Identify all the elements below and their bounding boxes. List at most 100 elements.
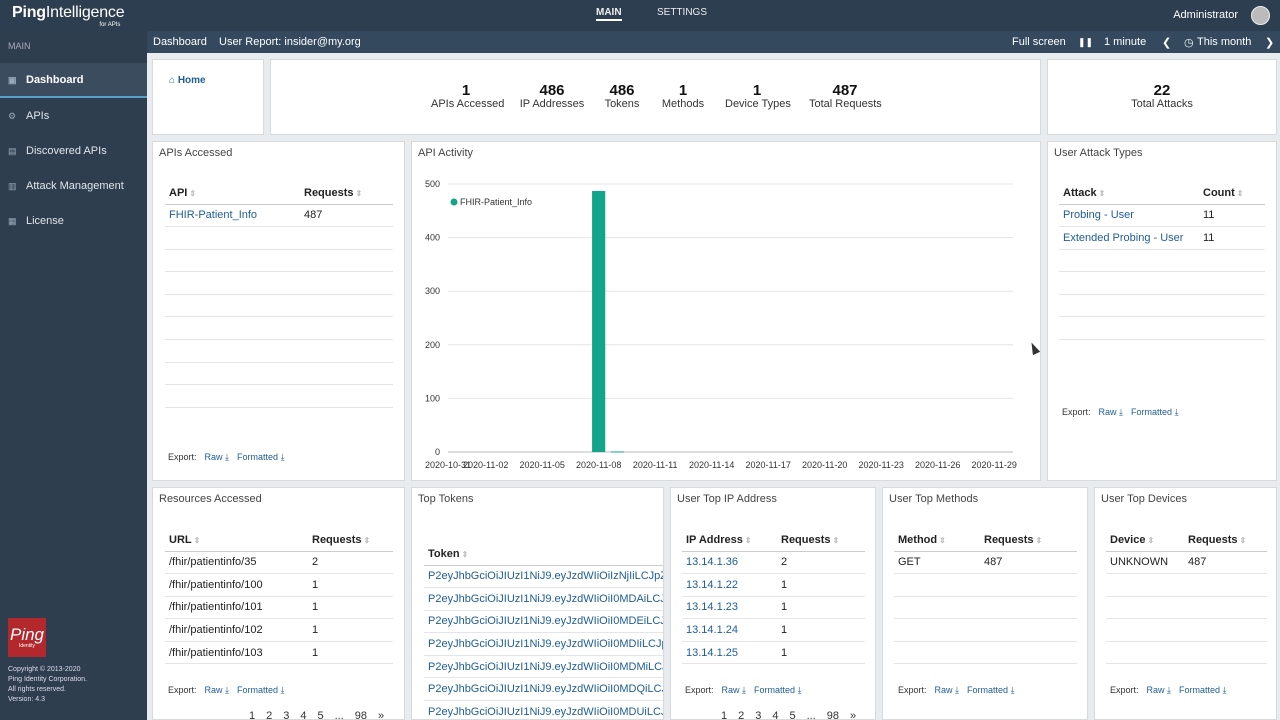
resources-table: URL ⇕ Requests ⇕ /fhir/patientinfo/35 2 /fhi… — [165, 529, 393, 665]
stat-total-requests[interactable]: 487 Total Requests — [809, 83, 882, 110]
col-requests[interactable]: Requests ⇕ — [1184, 529, 1267, 552]
nav-settings[interactable]: SETTINGS — [657, 7, 707, 18]
table-row — [894, 573, 1077, 597]
ip-link[interactable]: 13.14.1.22 — [686, 579, 738, 591]
attack-link[interactable]: Extended Probing - User — [1063, 232, 1183, 244]
export-raw[interactable]: Raw ⤓ — [1147, 685, 1172, 695]
token-link[interactable]: P2eyJhbGciOiJIUzI1NiJ9.eyJzdWIiOiI0MDAiL… — [428, 593, 663, 605]
export-bar: Export: Raw ⤓ Formatted ⤓ — [1062, 407, 1179, 418]
refresh-interval-select[interactable]: 1 minute — [1104, 36, 1146, 48]
export-formatted[interactable]: Formatted ⤓ — [237, 452, 285, 462]
col-device[interactable]: Device ⇕ — [1106, 529, 1184, 552]
top-bar: PingIntelligence for APIs MAIN SETTINGS … — [0, 0, 1280, 31]
page-1[interactable]: 1 — [249, 710, 256, 720]
col-api[interactable]: API ⇕ — [165, 182, 300, 205]
stat-tokens[interactable]: 486 Tokens — [601, 83, 643, 110]
top-devices-table: Device ⇕ Requests ⇕ UNKNOWN 487 — [1106, 529, 1267, 665]
resources-accessed-panel: Resources Accessed URL ⇕ Requests ⇕ /fhir/p… — [152, 487, 405, 720]
sidebar-item-attack-management[interactable]: ▥ Attack Management — [0, 168, 147, 203]
export-formatted[interactable]: Formatted ⤓ — [967, 685, 1015, 695]
page-last[interactable]: 98 — [355, 710, 367, 720]
app-logo[interactable]: PingIntelligence for APIs — [12, 4, 125, 28]
download-icon: ⤓ — [1174, 407, 1179, 417]
sidebar-item-apis[interactable]: ⚙ APIs — [0, 98, 147, 133]
page-3[interactable]: 3 — [755, 710, 761, 720]
col-method[interactable]: Method ⇕ — [894, 529, 980, 552]
ip-link[interactable]: 13.14.1.36 — [686, 556, 738, 568]
sort-icon: ⇕ — [461, 549, 469, 559]
sidebar-item-label: APIs — [26, 109, 50, 122]
col-url[interactable]: URL ⇕ — [165, 529, 308, 552]
col-label: Requests — [1188, 533, 1238, 546]
page-next[interactable]: » — [850, 710, 856, 720]
col-label: Requests — [304, 186, 354, 199]
home-link[interactable]: ⌂ Home — [169, 75, 206, 86]
attack-link[interactable]: Probing - User — [1063, 209, 1134, 221]
page-last[interactable]: 98 — [827, 710, 839, 720]
col-count[interactable]: Count ⇕ — [1199, 182, 1265, 205]
token-link[interactable]: P2eyJhbGciOiJIUzI1NiJ9.eyJzdWIiOiI0MDEiL… — [428, 615, 663, 627]
chart-icon: ▥ — [8, 180, 17, 191]
date-range-select[interactable]: This month — [1197, 36, 1251, 48]
export-formatted[interactable]: Formatted ⤓ — [1131, 407, 1179, 417]
cell-value: 1 — [777, 573, 865, 597]
col-attack[interactable]: Attack ⇕ — [1059, 182, 1199, 205]
export-formatted[interactable]: Formatted ⤓ — [754, 685, 802, 695]
user-menu[interactable]: Administrator — [1173, 9, 1238, 21]
api-link[interactable]: FHIR-Patient_Info — [169, 209, 257, 221]
fullscreen-button[interactable]: Full screen — [1012, 36, 1066, 48]
page-next[interactable]: » — [378, 710, 384, 720]
export-formatted[interactable]: Formatted ⤓ — [1179, 685, 1227, 695]
col-ip-address[interactable]: IP Address ⇕ — [682, 529, 777, 552]
export-raw[interactable]: Raw ⤓ — [205, 452, 230, 462]
col-token[interactable]: Token ⇕ — [424, 543, 663, 566]
sidebar-item-discovered-apis[interactable]: ▤ Discovered APIs — [0, 133, 147, 168]
stat-device-types[interactable]: 1 Device Types — [725, 83, 791, 110]
ip-link[interactable]: 13.14.1.24 — [686, 624, 738, 636]
cell-value: 11 — [1199, 226, 1265, 250]
next-range-icon[interactable]: ❯ — [1265, 36, 1274, 49]
ip-link[interactable]: 13.14.1.25 — [686, 647, 738, 659]
export-raw[interactable]: Raw ⤓ — [935, 685, 960, 695]
col-requests[interactable]: Requests ⇕ — [308, 529, 393, 552]
col-requests[interactable]: Requests ⇕ — [980, 529, 1077, 552]
prev-range-icon[interactable]: ❮ — [1162, 36, 1171, 49]
table-row: P2eyJhbGciOiJIUzI1NiJ9.eyJzdWIiOiI0MDUiL… — [424, 700, 663, 719]
token-link[interactable]: P2eyJhbGciOiJIUzI1NiJ9.eyJzdWIiOiI0MDMiL… — [428, 661, 663, 673]
stat-methods[interactable]: 1 Methods — [659, 83, 707, 110]
token-link[interactable]: P2eyJhbGciOiJIUzI1NiJ9.eyJzdWIiOiIzNjIiL… — [428, 570, 663, 582]
page-1[interactable]: 1 — [721, 710, 728, 720]
token-link[interactable]: P2eyJhbGciOiJIUzI1NiJ9.eyJzdWIiOiI0MDUiL… — [428, 706, 663, 718]
token-link[interactable]: P2eyJhbGciOiJIUzI1NiJ9.eyJzdWIiOiI0MDQiL… — [428, 683, 663, 695]
sidebar-item-license[interactable]: ▦ License — [0, 203, 147, 238]
table-row: UNKNOWN 487 — [1106, 551, 1267, 575]
col-requests[interactable]: Requests ⇕ — [777, 529, 865, 552]
export-formatted[interactable]: Formatted ⤓ — [237, 685, 285, 695]
stat-apis-accessed[interactable]: 1 APIs Accessed — [431, 83, 504, 110]
avatar[interactable] — [1251, 6, 1270, 25]
page-4[interactable]: 4 — [772, 710, 778, 720]
table-row: P2eyJhbGciOiJIUzI1NiJ9.eyJzdWIiOiI0MDAiL… — [424, 587, 663, 611]
sidebar-item-label: Discovered APIs — [26, 144, 107, 157]
stat-total-attacks[interactable]: 22 Total Attacks — [1126, 83, 1198, 110]
token-link[interactable]: P2eyJhbGciOiJIUzI1NiJ9.eyJzdWIiOiI0MDIiL… — [428, 638, 663, 650]
export-raw[interactable]: Raw ⤓ — [1099, 407, 1124, 417]
export-raw[interactable]: Raw ⤓ — [205, 685, 230, 695]
page-5[interactable]: 5 — [790, 710, 796, 720]
stat-value: 486 — [609, 82, 635, 99]
breadcrumb-dashboard[interactable]: Dashboard — [153, 36, 207, 48]
ip-link[interactable]: 13.14.1.23 — [686, 601, 738, 613]
nav-main[interactable]: MAIN — [596, 7, 622, 21]
col-requests[interactable]: Requests ⇕ — [300, 182, 393, 205]
table-row: 13.14.1.24 1 — [682, 618, 865, 642]
page-3[interactable]: 3 — [283, 710, 289, 720]
export-raw[interactable]: Raw ⤓ — [722, 685, 747, 695]
page-5[interactable]: 5 — [318, 710, 324, 720]
page-4[interactable]: 4 — [300, 710, 306, 720]
page-2[interactable]: 2 — [738, 710, 744, 720]
page-ellipsis: ... — [806, 710, 816, 720]
pause-icon[interactable]: ❚❚ — [1078, 37, 1093, 48]
page-2[interactable]: 2 — [266, 710, 272, 720]
stat-ip-addresses[interactable]: 486 IP Addresses — [517, 83, 587, 110]
sidebar-item-dashboard[interactable]: ▣ Dashboard — [0, 63, 147, 98]
